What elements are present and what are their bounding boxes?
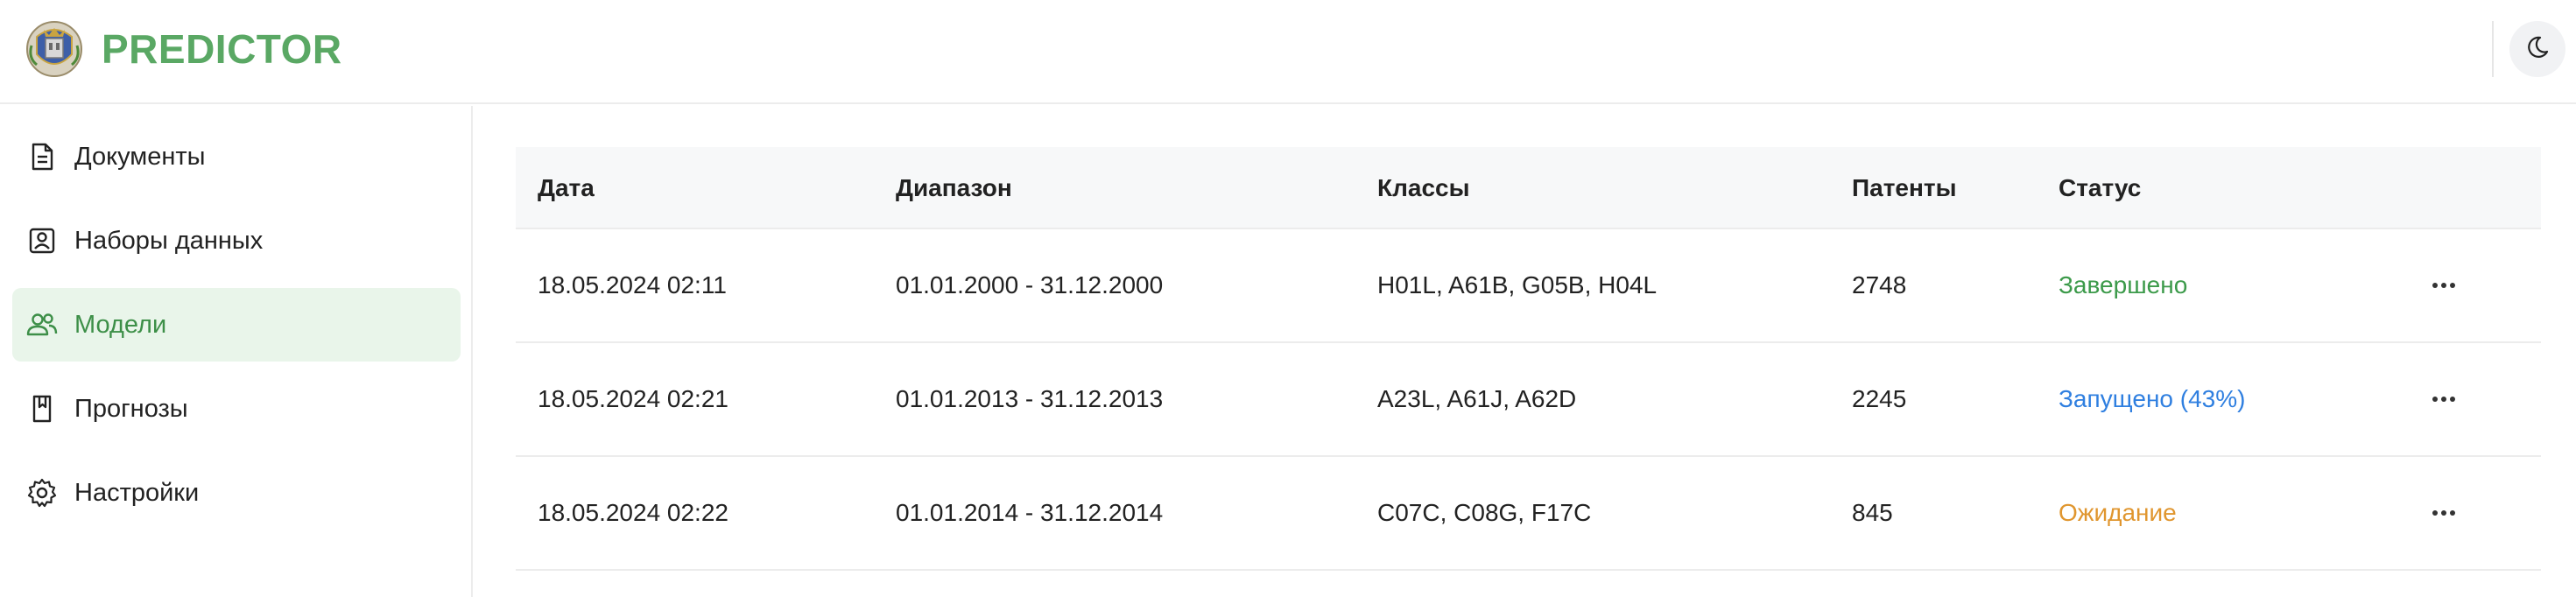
column-header-classes[interactable]: Классы bbox=[1377, 147, 1470, 229]
brand-title[interactable]: PREDICTOR bbox=[102, 25, 342, 74]
row-actions-button[interactable] bbox=[2423, 382, 2465, 417]
table-row[interactable]: 18.05.2024 02:11 01.01.2000 - 31.12.2000… bbox=[516, 229, 2541, 343]
cell-range: 01.01.2014 - 31.12.2014 bbox=[896, 499, 1164, 526]
table-row[interactable]: 18.05.2024 02:21 01.01.2013 - 31.12.2013… bbox=[516, 343, 2541, 457]
status-badge: Запущено (43%) bbox=[2059, 385, 2246, 412]
more-horizontal-icon bbox=[2432, 510, 2455, 516]
cell-date: 18.05.2024 02:22 bbox=[538, 499, 728, 526]
main-content: Дата Диапазон Классы Патенты Статус 18.0… bbox=[475, 106, 2576, 597]
cell-patents: 2245 bbox=[1852, 385, 1907, 412]
bookmark-icon bbox=[25, 391, 60, 426]
sidebar-item-label: Прогнозы bbox=[74, 394, 188, 423]
sidebar-item-label: Настройки bbox=[74, 478, 200, 507]
sidebar-item-documents[interactable]: Документы bbox=[12, 120, 461, 193]
table-header: Дата Диапазон Классы Патенты Статус bbox=[516, 147, 2541, 229]
cell-range: 01.01.2000 - 31.12.2000 bbox=[896, 271, 1164, 298]
status-badge: Ожидание bbox=[2059, 499, 2177, 526]
dataset-icon bbox=[25, 223, 60, 258]
column-header-status[interactable]: Статус bbox=[2059, 147, 2141, 229]
gear-icon bbox=[25, 475, 60, 510]
cell-classes: A23L, A61J, A62D bbox=[1377, 385, 1577, 412]
users-icon bbox=[25, 307, 60, 342]
sidebar-item-label: Модели bbox=[74, 310, 167, 339]
cell-date: 18.05.2024 02:21 bbox=[538, 385, 728, 412]
cell-patents: 2748 bbox=[1852, 271, 1907, 298]
row-actions-button[interactable] bbox=[2423, 495, 2465, 530]
header-divider bbox=[2492, 21, 2494, 77]
sidebar-item-forecasts[interactable]: Прогнозы bbox=[12, 372, 461, 446]
sidebar-item-settings[interactable]: Настройки bbox=[12, 456, 461, 530]
cell-date: 18.05.2024 02:11 bbox=[538, 271, 727, 298]
table-row[interactable]: 18.05.2024 02:22 01.01.2014 - 31.12.2014… bbox=[516, 457, 2541, 571]
logo-emblem bbox=[25, 19, 84, 79]
sidebar-item-models[interactable]: Модели bbox=[12, 288, 461, 362]
cell-range: 01.01.2013 - 31.12.2013 bbox=[896, 385, 1164, 412]
sidebar-item-datasets[interactable]: Наборы данных bbox=[12, 204, 461, 277]
header: PREDICTOR bbox=[0, 0, 2576, 104]
models-table: Дата Диапазон Классы Патенты Статус 18.0… bbox=[516, 147, 2541, 571]
document-icon bbox=[25, 139, 60, 174]
cell-classes: C07C, C08G, F17C bbox=[1377, 499, 1592, 526]
cell-patents: 845 bbox=[1852, 499, 1893, 526]
cell-classes: H01L, A61B, G05B, H04L bbox=[1377, 271, 1658, 298]
column-header-range[interactable]: Диапазон bbox=[896, 147, 1012, 229]
theme-toggle-button[interactable] bbox=[2509, 21, 2565, 77]
row-actions-button[interactable] bbox=[2423, 268, 2465, 303]
more-horizontal-icon bbox=[2432, 283, 2455, 288]
status-badge: Завершено bbox=[2059, 271, 2188, 298]
sidebar-item-label: Наборы данных bbox=[74, 226, 264, 255]
sidebar-item-label: Документы bbox=[74, 142, 206, 171]
column-header-patents[interactable]: Патенты bbox=[1852, 147, 1957, 229]
column-header-date[interactable]: Дата bbox=[538, 147, 595, 229]
sidebar: Документы Наборы данных Модели Прогнозы … bbox=[0, 106, 473, 597]
more-horizontal-icon bbox=[2432, 397, 2455, 402]
moon-icon bbox=[2524, 34, 2551, 65]
